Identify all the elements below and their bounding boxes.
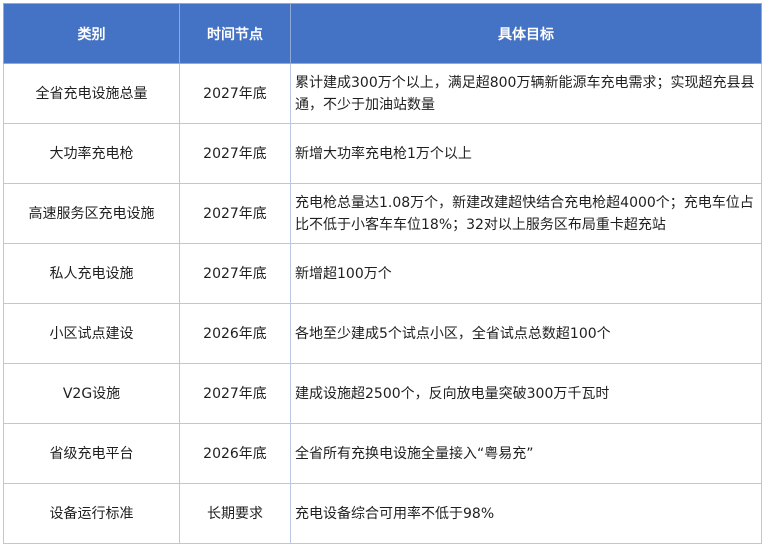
table-row: 全省充电设施总量 2027年底 累计建成300万个以上，满足超800万辆新能源车… xyxy=(3,63,762,124)
table-row: 高速服务区充电设施 2027年底 充电枪总量达1.08万个，新建改建超快结合充电… xyxy=(3,183,762,244)
goal-cell: 各地至少建成5个试点小区，全省试点总数超100个 xyxy=(290,303,762,364)
goal-cell: 建成设施超2500个，反向放电量突破300万千瓦时 xyxy=(290,363,762,424)
goal-cell: 充电枪总量达1.08万个，新建改建超快结合充电枪超4000个；充电车位占比不低于… xyxy=(290,183,762,244)
category-cell: V2G设施 xyxy=(3,363,180,424)
table-body: 全省充电设施总量 2027年底 累计建成300万个以上，满足超800万辆新能源车… xyxy=(3,63,762,544)
goal-cell: 全省所有充换电设施全量接入“粤易充” xyxy=(290,423,762,484)
goal-cell: 累计建成300万个以上，满足超800万辆新能源车充电需求；实现超充县县通，不少于… xyxy=(290,63,762,124)
table-row: 大功率充电枪 2027年底 新增大功率充电枪1万个以上 xyxy=(3,123,762,184)
time-cell: 长期要求 xyxy=(179,483,291,544)
header-goal: 具体目标 xyxy=(290,3,762,64)
time-cell: 2027年底 xyxy=(179,63,291,124)
goal-cell: 充电设备综合可用率不低于98% xyxy=(290,483,762,544)
goal-cell: 新增大功率充电枪1万个以上 xyxy=(290,123,762,184)
category-cell: 设备运行标准 xyxy=(3,483,180,544)
table-row: 设备运行标准 长期要求 充电设备综合可用率不低于98% xyxy=(3,483,762,544)
category-cell: 私人充电设施 xyxy=(3,243,180,304)
table-row: 私人充电设施 2027年底 新增超100万个 xyxy=(3,243,762,304)
category-cell: 大功率充电枪 xyxy=(3,123,180,184)
time-cell: 2027年底 xyxy=(179,123,291,184)
table-row: 省级充电平台 2026年底 全省所有充换电设施全量接入“粤易充” xyxy=(3,423,762,484)
time-cell: 2027年底 xyxy=(179,363,291,424)
category-cell: 省级充电平台 xyxy=(3,423,180,484)
goals-table: 类别 时间节点 具体目标 全省充电设施总量 2027年底 累计建成300万个以上… xyxy=(3,3,762,544)
goal-cell: 新增超100万个 xyxy=(290,243,762,304)
time-cell: 2027年底 xyxy=(179,183,291,244)
time-cell: 2027年底 xyxy=(179,243,291,304)
table-row: V2G设施 2027年底 建成设施超2500个，反向放电量突破300万千瓦时 xyxy=(3,363,762,424)
time-cell: 2026年底 xyxy=(179,423,291,484)
header-time: 时间节点 xyxy=(179,3,291,64)
category-cell: 小区试点建设 xyxy=(3,303,180,364)
category-cell: 高速服务区充电设施 xyxy=(3,183,180,244)
category-cell: 全省充电设施总量 xyxy=(3,63,180,124)
header-category: 类别 xyxy=(3,3,180,64)
header-row: 类别 时间节点 具体目标 xyxy=(3,3,762,64)
time-cell: 2026年底 xyxy=(179,303,291,364)
table-header: 类别 时间节点 具体目标 xyxy=(3,3,762,64)
table-row: 小区试点建设 2026年底 各地至少建成5个试点小区，全省试点总数超100个 xyxy=(3,303,762,364)
